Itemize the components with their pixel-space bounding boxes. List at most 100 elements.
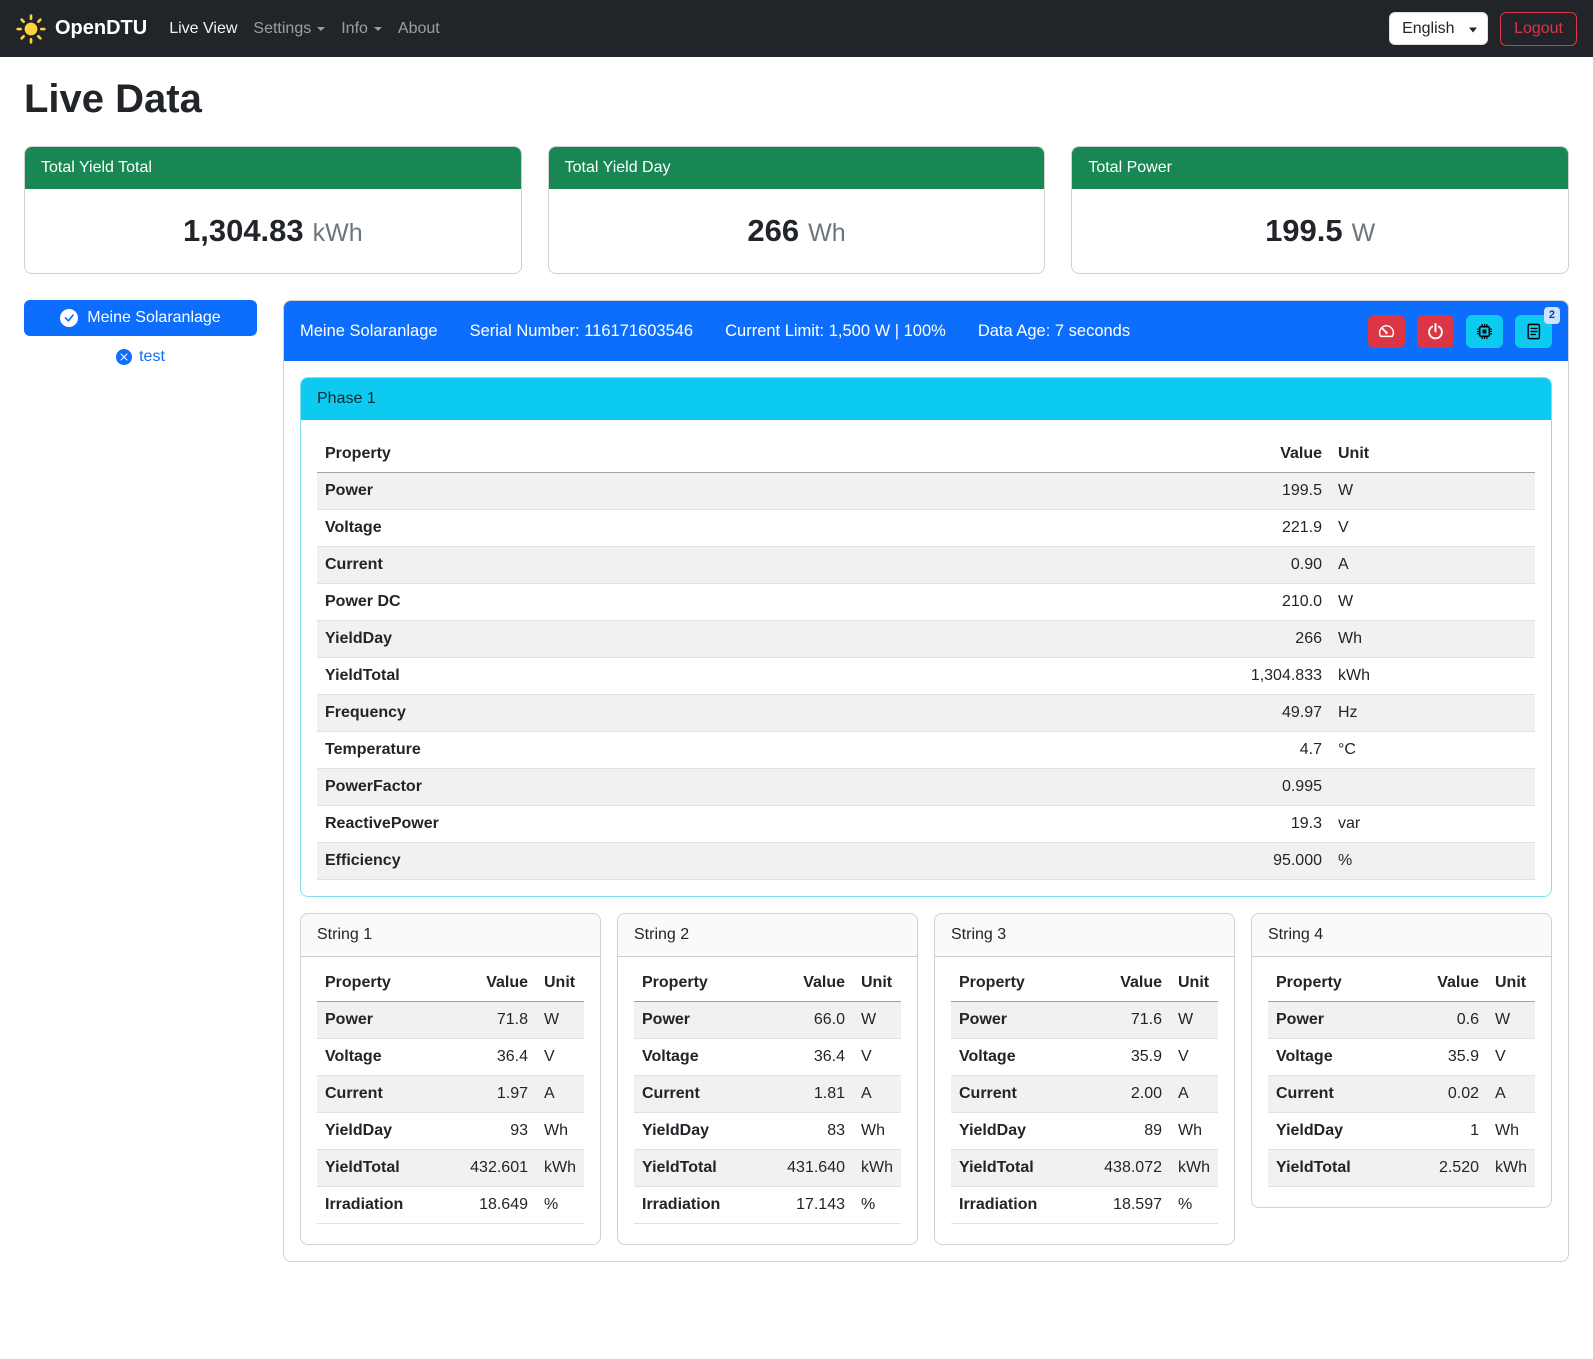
x-circle-icon xyxy=(116,349,132,365)
card-title: Total Yield Day xyxy=(549,147,1045,189)
value-header: Value xyxy=(462,974,528,992)
value-cell: 221.9 xyxy=(1172,519,1322,537)
sidebar-item-label: Meine Solaranlage xyxy=(87,309,220,327)
table-row: Current 1.81 A xyxy=(634,1076,901,1113)
unit-header: Unit xyxy=(1162,974,1210,992)
language-select-wrap: English xyxy=(1389,12,1488,45)
summary-cards-row: Total Yield Total 1,304.83kWh Total Yiel… xyxy=(24,146,1569,274)
property-cell: YieldTotal xyxy=(325,667,1172,685)
nav-live-view[interactable]: Live View xyxy=(161,12,245,46)
property-cell: PowerFactor xyxy=(325,778,1172,796)
unit-cell: V xyxy=(528,1048,576,1066)
value-cell: 36.4 xyxy=(779,1048,845,1066)
table-row: YieldTotal 2.520 kWh xyxy=(1268,1150,1535,1187)
property-cell: YieldTotal xyxy=(642,1159,779,1177)
journal-text-icon xyxy=(1524,322,1543,341)
nav-links: Live View Settings Info About xyxy=(161,12,448,46)
value-cell: 93 xyxy=(462,1122,528,1140)
string-3-card: String 3 Property Value Unit xyxy=(934,913,1235,1245)
property-cell: YieldTotal xyxy=(325,1159,462,1177)
brand[interactable]: OpenDTU xyxy=(16,14,147,44)
value-cell: 71.8 xyxy=(462,1011,528,1029)
cpu-chip-icon xyxy=(1475,322,1494,341)
total-yield-total-card: Total Yield Total 1,304.83kWh xyxy=(24,146,522,274)
unit-cell: Wh xyxy=(1322,630,1527,648)
property-header: Property xyxy=(642,974,779,992)
string-table: Property Value Unit Power 71.8 xyxy=(301,957,600,1244)
table-row: Temperature 4.7 °C xyxy=(317,732,1535,769)
property-cell: YieldTotal xyxy=(1276,1159,1413,1177)
string-1-card: String 1 Property Value Unit xyxy=(300,913,601,1245)
device-settings-button[interactable] xyxy=(1466,315,1503,348)
table-row: Current 1.97 A xyxy=(317,1076,584,1113)
inverter-name: Meine Solaranlage xyxy=(300,322,438,341)
property-cell: Voltage xyxy=(642,1048,779,1066)
value-cell: 0.995 xyxy=(1172,778,1322,796)
card-title: Total Power xyxy=(1072,147,1568,189)
current-limit: Current Limit: 1,500 W | 100% xyxy=(725,322,946,341)
sidebar-item-test[interactable]: test xyxy=(24,348,257,366)
table-row: Power 71.8 W xyxy=(317,1002,584,1039)
table-row: Current 2.00 A xyxy=(951,1076,1218,1113)
sun-logo-icon xyxy=(16,14,46,44)
unit-cell: Wh xyxy=(528,1122,576,1140)
value-cell: 0.90 xyxy=(1172,556,1322,574)
unit-cell: % xyxy=(1162,1196,1210,1214)
string-card-title: String 2 xyxy=(618,914,917,957)
unit-header: Unit xyxy=(1322,445,1527,463)
unit-cell: W xyxy=(845,1011,893,1029)
unit-cell: W xyxy=(1322,482,1527,500)
limit-settings-button[interactable] xyxy=(1368,315,1405,348)
unit-header: Unit xyxy=(1479,974,1527,992)
value-number: 1,304.83 xyxy=(183,213,304,248)
property-cell: Irradiation xyxy=(325,1196,462,1214)
table-row: Voltage 35.9 V xyxy=(951,1039,1218,1076)
property-cell: Current xyxy=(325,1085,462,1103)
property-cell: Current xyxy=(642,1085,779,1103)
table-row: Power DC 210.0 W xyxy=(317,584,1535,621)
unit-cell: V xyxy=(1162,1048,1210,1066)
value-cell: 1.97 xyxy=(462,1085,528,1103)
table-row: Irradiation 18.649 % xyxy=(317,1187,584,1224)
property-cell: Current xyxy=(325,556,1172,574)
property-cell: Power DC xyxy=(325,593,1172,611)
table-row: Power 71.6 W xyxy=(951,1002,1218,1039)
power-button[interactable] xyxy=(1417,315,1454,348)
page-title: Live Data xyxy=(24,77,1569,122)
table-row: YieldDay 93 Wh xyxy=(317,1113,584,1150)
value-unit: Wh xyxy=(808,219,846,247)
page-container: Live Data Total Yield Total 1,304.83kWh … xyxy=(0,77,1593,1288)
sidebar-item-meine-solaranlage[interactable]: Meine Solaranlage xyxy=(24,300,257,336)
logout-button[interactable]: Logout xyxy=(1500,12,1577,46)
value-cell: 199.5 xyxy=(1172,482,1322,500)
events-button[interactable]: 2 xyxy=(1515,315,1552,348)
value-cell: 438.072 xyxy=(1096,1159,1162,1177)
string-4-card: String 4 Property Value Unit xyxy=(1251,913,1552,1208)
table-row: YieldDay 89 Wh xyxy=(951,1113,1218,1150)
property-cell: YieldDay xyxy=(959,1122,1096,1140)
unit-cell: A xyxy=(845,1085,893,1103)
nav-about[interactable]: About xyxy=(390,12,448,46)
phase-table-body: Power 199.5 W Voltage 221.9 V xyxy=(317,473,1535,880)
value-cell: 83 xyxy=(779,1122,845,1140)
table-row: YieldTotal 438.072 kWh xyxy=(951,1150,1218,1187)
value-cell: 2.520 xyxy=(1413,1159,1479,1177)
nav-info[interactable]: Info xyxy=(333,12,390,46)
property-cell: Irradiation xyxy=(642,1196,779,1214)
string-table: Property Value Unit Power 71.6 xyxy=(935,957,1234,1244)
property-header: Property xyxy=(325,445,1172,463)
string-card-title: String 3 xyxy=(935,914,1234,957)
string-card-title: String 4 xyxy=(1252,914,1551,957)
check-circle-icon xyxy=(60,309,78,327)
nav-settings[interactable]: Settings xyxy=(245,12,333,46)
nav-settings-label: Settings xyxy=(253,20,311,37)
chevron-down-icon xyxy=(374,27,382,31)
string-card-title: String 1 xyxy=(301,914,600,957)
card-value: 266Wh xyxy=(549,189,1045,273)
unit-cell: W xyxy=(528,1011,576,1029)
unit-cell: % xyxy=(1322,852,1527,870)
table-row: PowerFactor 0.995 xyxy=(317,769,1535,806)
card-title: Total Yield Total xyxy=(25,147,521,189)
value-cell: 1,304.833 xyxy=(1172,667,1322,685)
language-select[interactable]: English xyxy=(1389,12,1488,45)
